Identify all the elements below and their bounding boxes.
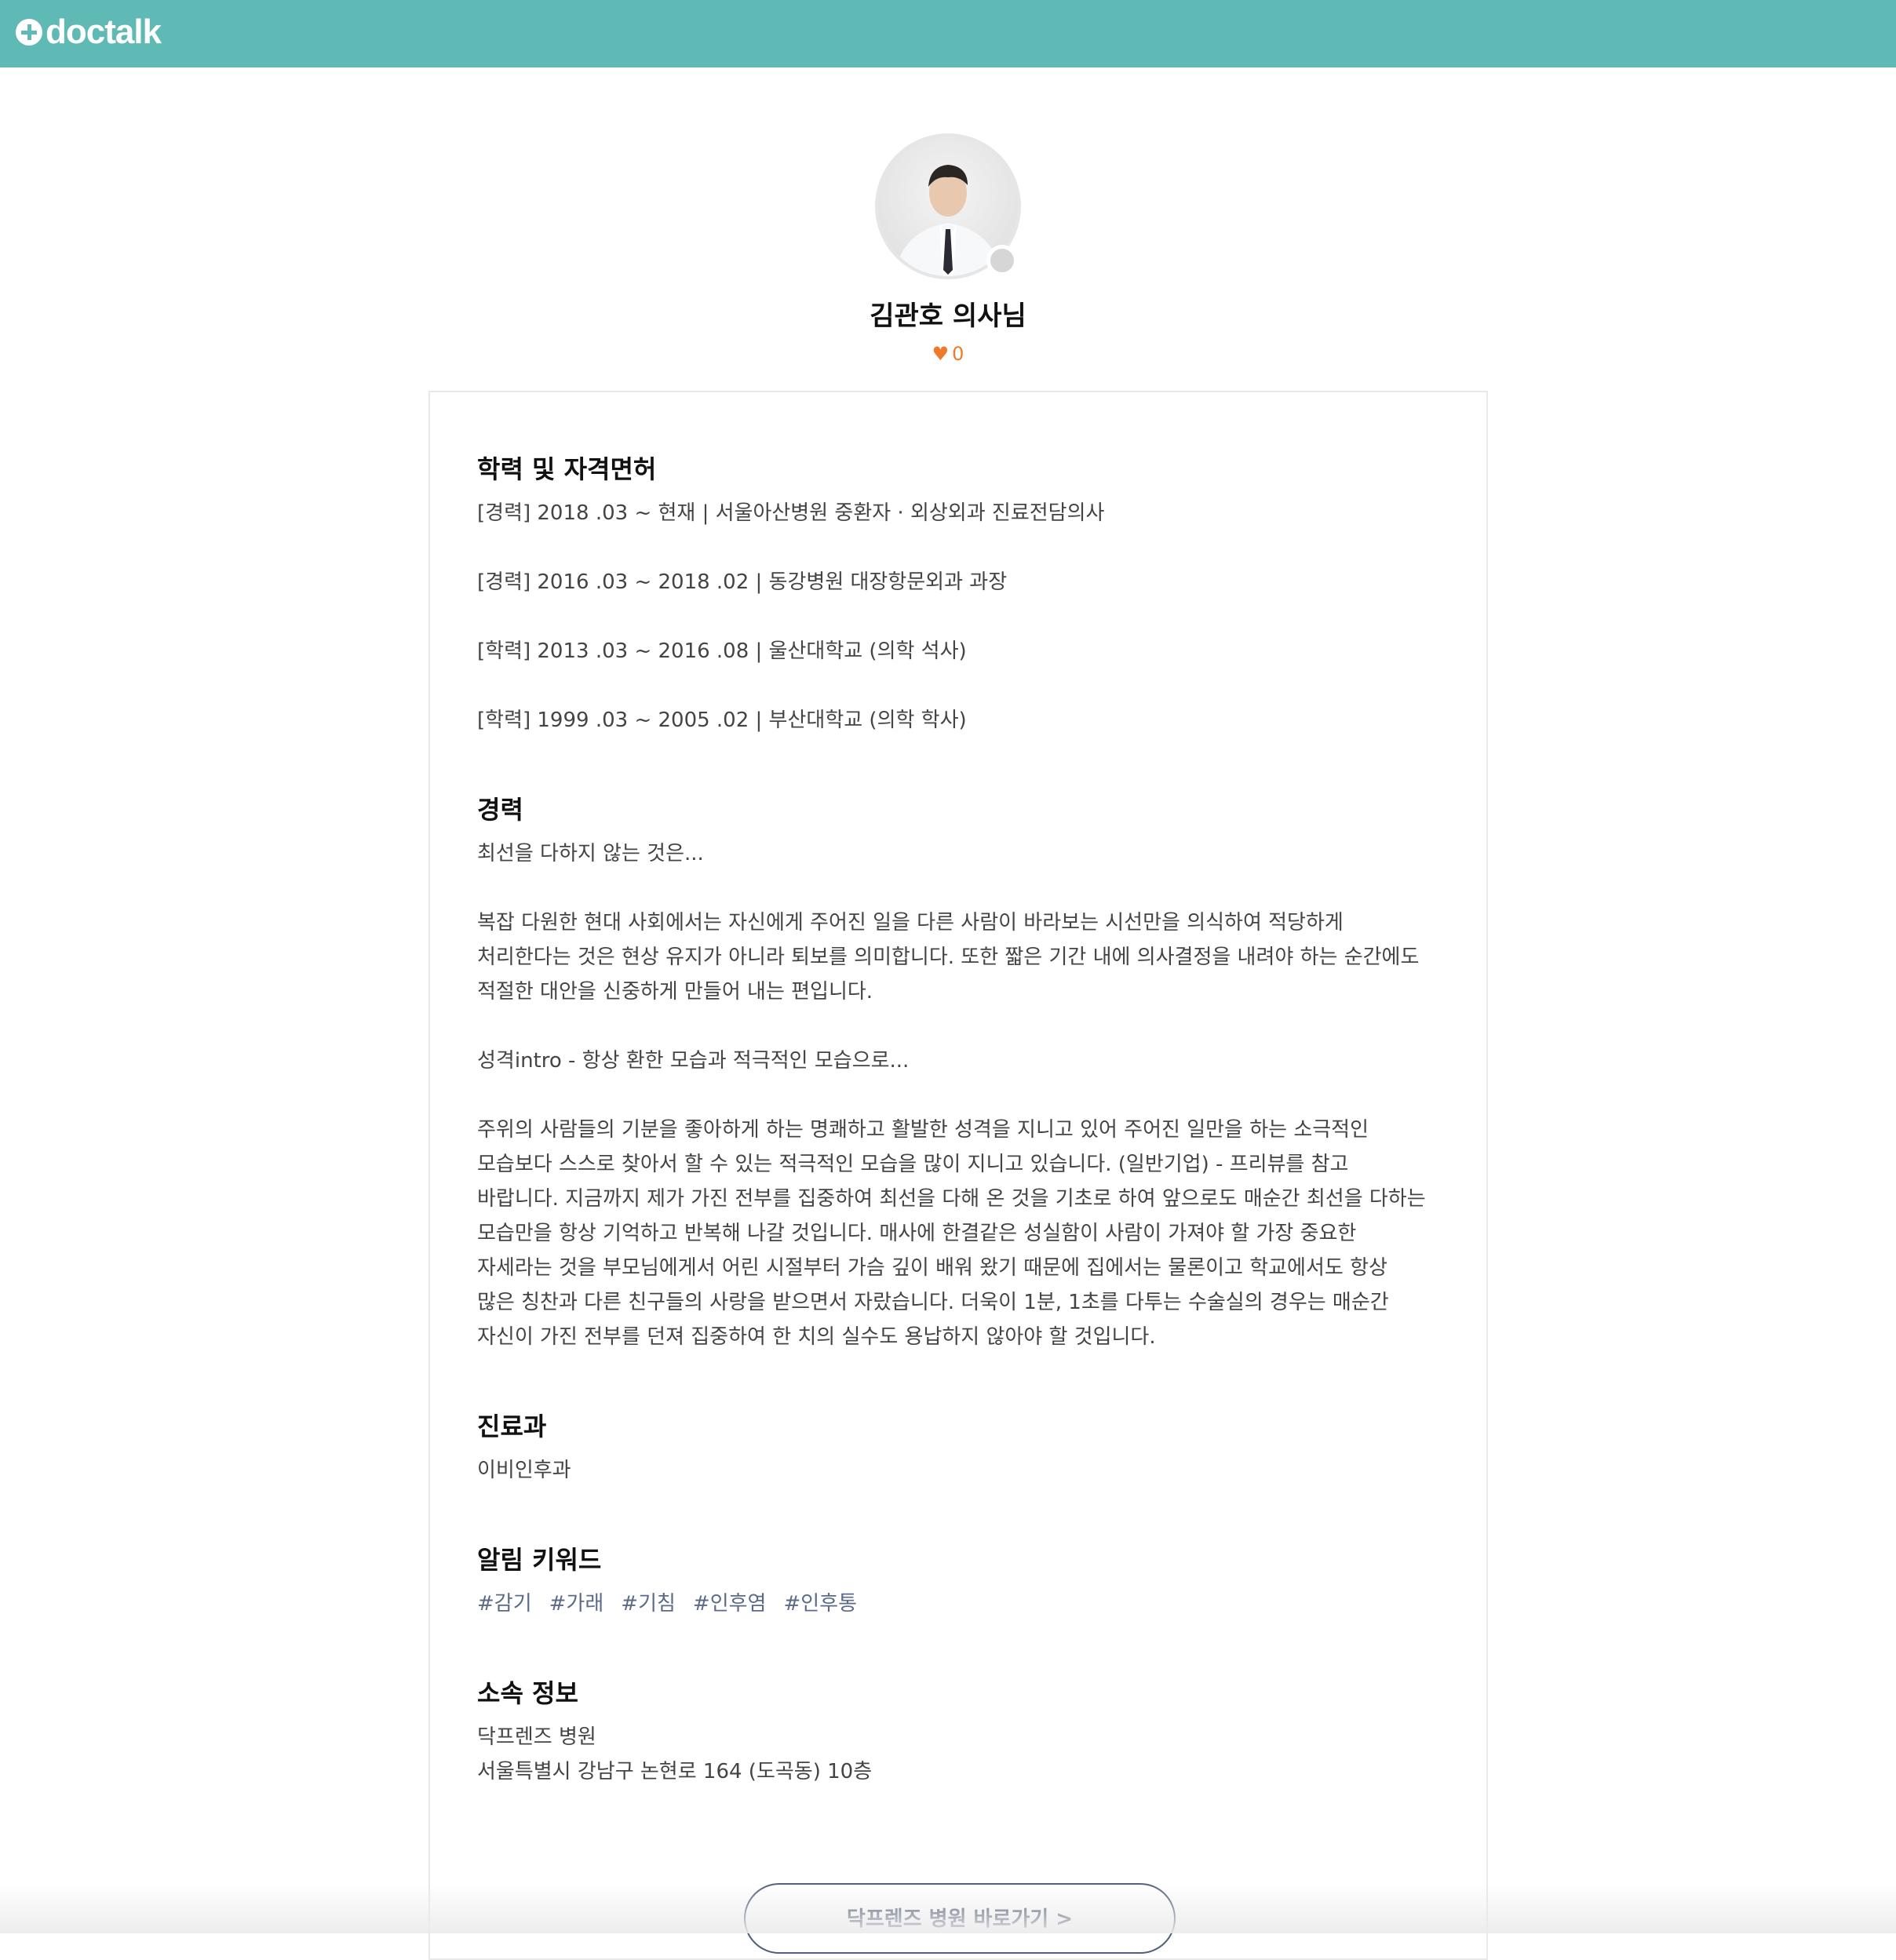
logo-text: doctalk [46,13,162,51]
career-text: 적절한 대안을 신중하게 만들어 내는 편입니다. [477,980,873,1004]
career-text: 모습보다 스스로 찾아서 할 수 있는 적극적인 모습을 많이 지니고 있습니다… [477,1153,1349,1176]
keywords-section: 알림 키워드 #감기 #가래 #기침 #인후염 #인후통 [477,1543,1439,1621]
career-section: 경력 최선을 다하지 않는 것은... 복잡 다원한 현대 사회에서는 자신에게… [477,792,1439,1354]
career-text: 복잡 다원한 현대 사회에서는 자신에게 주어진 일을 다른 사람이 바라보는 … [477,911,1344,934]
heart-icon[interactable]: ♥ [932,343,950,365]
career-text: 바랍니다. 지금까지 제가 가진 전부를 집중하여 최선을 다해 온 것을 기초… [477,1187,1426,1211]
keyword-tag[interactable]: #인후염 [693,1587,767,1621]
career-text: 많은 칭찬과 다른 친구들의 사랑을 받으면서 자랐습니다. 더욱이 1분, 1… [477,1291,1389,1314]
section-title-affiliation: 소속 정보 [477,1678,578,1708]
keyword-tag[interactable]: #인후통 [783,1587,857,1621]
likes-counter[interactable]: ♥ 0 [0,342,1896,366]
hospital-name: 닥프렌즈 병원 [477,1725,596,1749]
section-title-keywords: 알림 키워드 [477,1545,602,1575]
career-text: 주위의 사람들의 기분을 좋아하게 하는 명쾌하고 활발한 성격을 지니고 있어… [477,1118,1369,1142]
hospital-address: 서울특별시 강남구 논현로 164 (도곡동) 10층 [477,1760,873,1783]
keyword-tag-list: #감기 #가래 #기침 #인후염 #인후통 [477,1587,1439,1621]
avatar-container [875,133,1021,279]
bottom-fade-overlay [0,1883,1896,1933]
keyword-tag[interactable]: #가래 [549,1587,604,1621]
department-section: 진료과 이비인후과 [477,1409,1439,1488]
doctor-info-card: 학력 및 자격면허 [경력] 2018 .03 ~ 현재 | 서울아산병원 중환… [428,391,1488,1960]
career-text: 최선을 다하지 않는 것은... [477,842,704,865]
doctalk-logo[interactable]: doctalk [16,13,162,52]
education-section: 학력 및 자격면허 [경력] 2018 .03 ~ 현재 | 서울아산병원 중환… [477,452,1439,738]
education-line: [학력] 1999 .03 ~ 2005 .02 | 부산대학교 (의학 학사) [477,709,967,732]
career-text: 자신이 가진 전부를 던져 집중하여 한 치의 실수도 용납하지 않아야 할 것… [477,1325,1156,1349]
section-title-career: 경력 [477,795,523,825]
likes-count: 0 [952,343,964,365]
keyword-tag[interactable]: #감기 [477,1587,532,1621]
section-title-education: 학력 및 자격면허 [477,454,657,484]
doctor-profile-header: 김관호 의사님 ♥ 0 [0,133,1896,366]
section-title-department: 진료과 [477,1412,547,1441]
keyword-tag[interactable]: #기침 [621,1587,676,1621]
top-bar: doctalk [0,0,1896,67]
plus-circle-icon [16,19,42,46]
online-status-dot [986,245,1018,276]
doctor-name: 김관호 의사님 [870,301,1026,332]
career-text: 모습만을 항상 기억하고 반복해 나갈 것입니다. 매사에 한결같은 성실함이 … [477,1222,1357,1245]
affiliation-section: 소속 정보 닥프렌즈 병원 서울특별시 강남구 논현로 164 (도곡동) 10… [477,1676,1439,1789]
career-text: 처리한다는 것은 현상 유지가 아니라 퇴보를 의미합니다. 또한 짧은 기간 … [477,945,1420,969]
career-text: 자세라는 것을 부모님에게서 어린 시절부터 가슴 깊이 배워 왔기 때문에 집… [477,1256,1387,1280]
education-line: [학력] 2013 .03 ~ 2016 .08 | 울산대학교 (의학 석사) [477,639,967,663]
education-line: [경력] 2016 .03 ~ 2018 .02 | 동강병원 대장항문외과 과… [477,570,1008,594]
education-line: [경력] 2018 .03 ~ 현재 | 서울아산병원 중환자 · 외상외과 진… [477,501,1105,525]
department-value: 이비인후과 [477,1459,571,1482]
career-text: 성격intro - 항상 환한 모습과 적극적인 모습으로... [477,1049,910,1073]
